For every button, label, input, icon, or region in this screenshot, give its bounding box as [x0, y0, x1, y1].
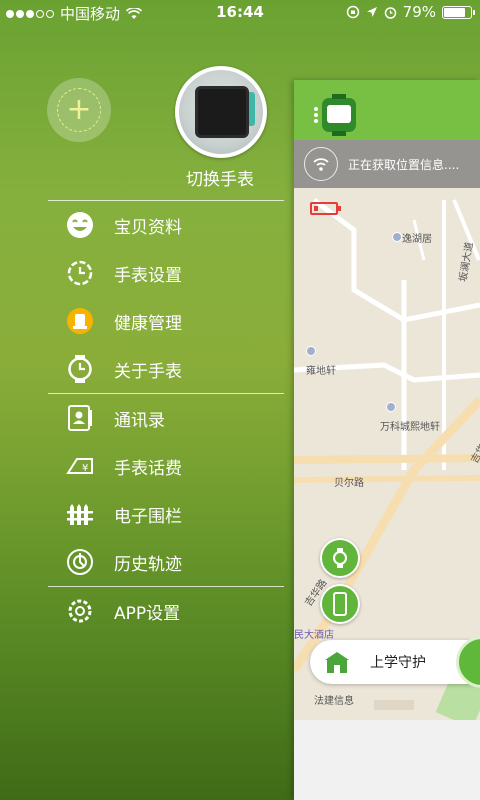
- menu-item-label: 历史轨迹: [114, 554, 182, 575]
- status-bar: 中国移动 16:44 79%: [0, 0, 480, 26]
- map-view[interactable]: 正在获取位置信息.... 逸湖居 坂澜大道 雍地轩 万科城熙地轩 吉华 贝尔路 …: [294, 140, 480, 720]
- signal-wave-icon: [304, 147, 338, 181]
- battery-percent: 79%: [402, 3, 436, 21]
- location-status-bar: 正在获取位置信息....: [294, 140, 480, 188]
- menu-item-health[interactable]: 健康管理: [48, 297, 284, 345]
- low-battery-icon: [310, 202, 341, 215]
- menu-item-baby-profile[interactable]: 宝贝资料: [48, 201, 284, 249]
- location-status-text: 正在获取位置信息....: [348, 157, 460, 172]
- battery-icon: [442, 5, 475, 19]
- alarm-icon: [384, 6, 396, 19]
- history-track-icon: [64, 546, 96, 578]
- top-bar: [294, 80, 480, 140]
- location-arrow-icon: [366, 7, 377, 17]
- drawer-menu: 宝贝资料 手表设置 健康管理 关于手表 通讯录 ¥ 手表话费 电子围栏 历史轨迹…: [48, 200, 284, 635]
- school-icon: [325, 652, 349, 673]
- watch-icon[interactable]: [322, 94, 356, 136]
- school-guard-button[interactable]: 上学守护: [310, 640, 480, 684]
- more-icon[interactable]: [314, 107, 318, 123]
- smiley-face-icon: [64, 209, 96, 241]
- menu-item-label: 电子围栏: [114, 506, 182, 527]
- main-screen-peek[interactable]: 正在获取位置信息.... 逸湖居 坂澜大道 雍地轩 万科城熙地轩 吉华 贝尔路 …: [294, 80, 480, 800]
- health-badge-icon: [64, 305, 96, 337]
- fence-icon: [64, 498, 96, 530]
- plus-icon: +: [57, 88, 101, 132]
- map-label: 万科城熙地轩: [380, 422, 440, 433]
- menu-item-label: 手表设置: [114, 265, 182, 286]
- switch-watch-label[interactable]: 切换手表: [170, 165, 270, 190]
- poi-marker: [392, 232, 402, 242]
- map-label: 逸湖居: [402, 234, 432, 245]
- menu-item-label: 手表话费: [114, 458, 182, 479]
- menu-item-about-watch[interactable]: 关于手表: [48, 345, 284, 393]
- map-label: 雍地轩: [306, 366, 336, 377]
- menu-item-label: APP设置: [114, 603, 181, 624]
- watch-avatar[interactable]: [175, 66, 267, 158]
- locate-phone-button[interactable]: [320, 584, 360, 624]
- rotation-lock-icon: [346, 5, 359, 19]
- menu-item-label: 健康管理: [114, 313, 182, 334]
- map-label: 贝尔路: [334, 478, 364, 489]
- watch-clock-icon: [64, 353, 96, 385]
- poi-marker: [386, 402, 396, 412]
- gear-icon: [64, 595, 96, 627]
- map-label: 法建信息: [314, 696, 354, 707]
- watch-gear-icon: [64, 257, 96, 289]
- watch-locate-icon: [333, 548, 347, 568]
- menu-item-watch-fees[interactable]: ¥ 手表话费: [48, 442, 284, 490]
- add-watch-button[interactable]: +: [47, 78, 111, 142]
- menu-item-app-settings[interactable]: APP设置: [48, 587, 284, 635]
- menu-item-label: 通讯录: [114, 410, 165, 431]
- menu-item-contacts[interactable]: 通讯录: [48, 394, 284, 442]
- map-label: 民大酒店: [294, 630, 334, 641]
- poi-marker: [306, 346, 316, 356]
- school-guard-label: 上学守护: [370, 655, 426, 671]
- menu-item-geofence[interactable]: 电子围栏: [48, 490, 284, 538]
- yuan-tag-icon: ¥: [64, 450, 96, 482]
- menu-item-label: 宝贝资料: [114, 217, 182, 238]
- phone-icon: [333, 592, 347, 616]
- svg-text:¥: ¥: [82, 463, 88, 474]
- menu-item-history-track[interactable]: 历史轨迹: [48, 538, 284, 586]
- contacts-icon: [64, 402, 96, 434]
- locate-watch-button[interactable]: [320, 538, 360, 578]
- menu-item-watch-settings[interactable]: 手表设置: [48, 249, 284, 297]
- menu-item-label: 关于手表: [114, 361, 182, 382]
